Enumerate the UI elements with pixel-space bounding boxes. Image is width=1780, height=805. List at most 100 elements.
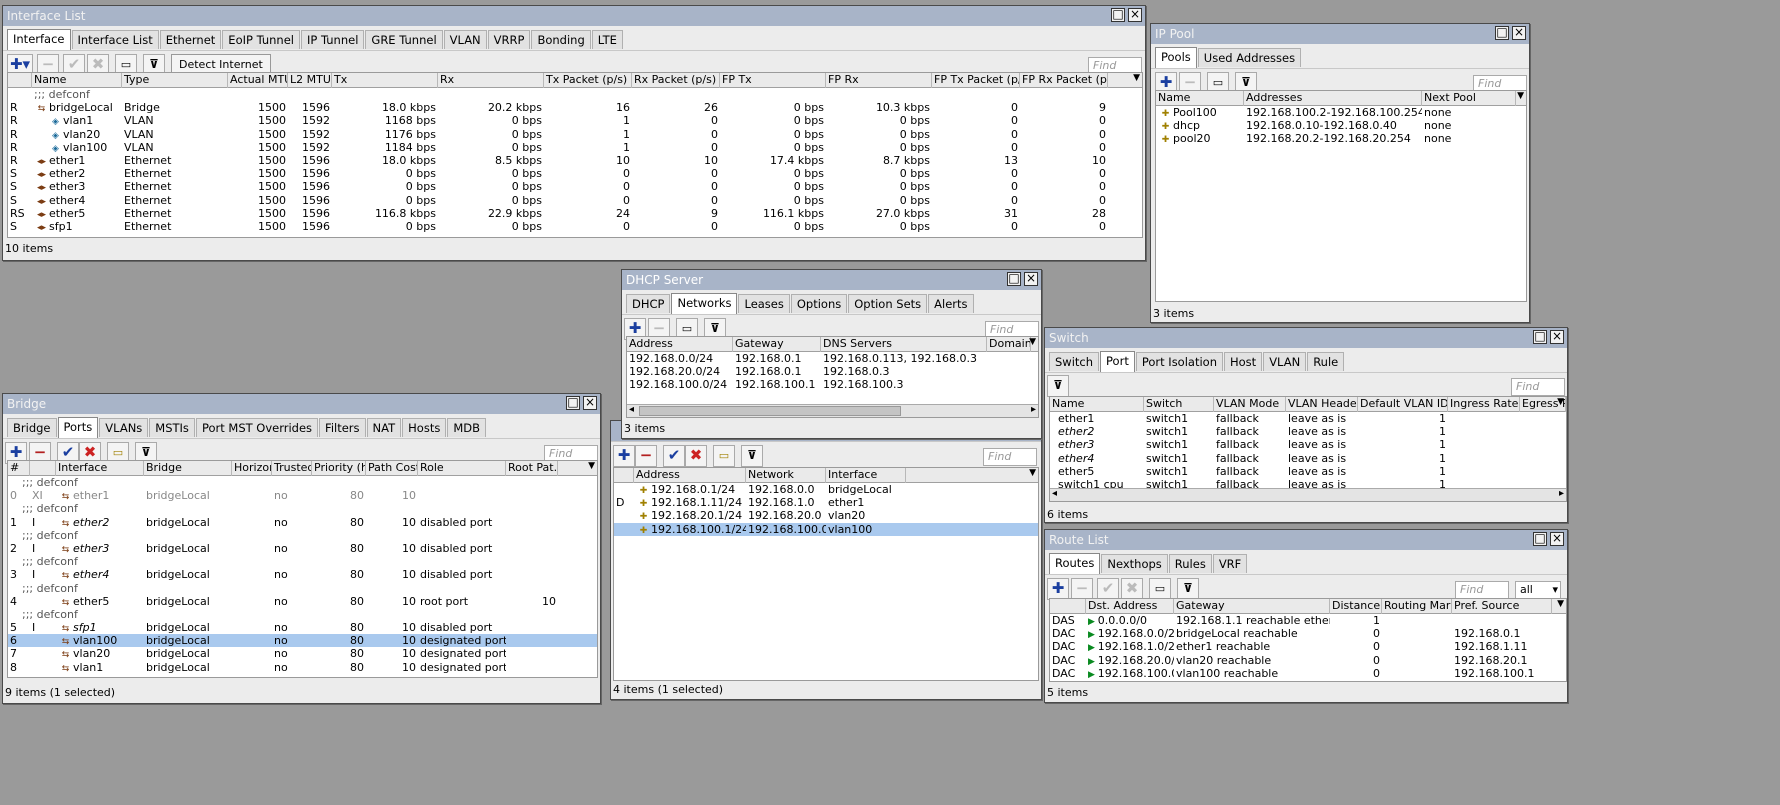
maximize-button[interactable]: □ bbox=[566, 396, 580, 410]
column-header-flags[interactable] bbox=[8, 73, 32, 88]
table-row[interactable]: ✚ 192.168.0.1/24 192.168.0.0 bridgeLocal bbox=[614, 483, 1038, 496]
ip-pool-titlebar[interactable]: IP Pool □ × bbox=[1151, 24, 1529, 44]
column-header-ingress-rate[interactable]: Ingress Rate bbox=[1448, 397, 1520, 412]
column-header-priority-h-[interactable]: Priority (h... bbox=[312, 461, 366, 476]
maximize-button[interactable]: □ bbox=[1007, 272, 1021, 286]
maximize-button[interactable]: □ bbox=[1533, 532, 1547, 546]
column-header-addresses[interactable]: Addresses bbox=[1244, 91, 1422, 106]
find-input[interactable]: Find bbox=[983, 448, 1037, 466]
table-row[interactable]: ether3 switch1 fallback leave as is 1 bbox=[1050, 438, 1566, 451]
column-header-root-pat-[interactable]: Root Pat... bbox=[506, 461, 558, 476]
tab-port-isolation[interactable]: Port Isolation bbox=[1135, 352, 1223, 371]
tab-bonding[interactable]: Bonding bbox=[531, 30, 591, 49]
tab-options[interactable]: Options bbox=[790, 294, 848, 313]
table-row[interactable]: D ✚ 192.168.1.11/24 192.168.1.0 ether1 bbox=[614, 496, 1038, 509]
column-header-interface[interactable]: Interface bbox=[56, 461, 144, 476]
table-row[interactable]: DAS ▶ 0.0.0.0/0 192.168.1.1 reachable ethe… bbox=[1050, 614, 1566, 627]
table-row[interactable]: DAC ▶ 192.168.1.0/24 ether1 reachable 0 192.… bbox=[1050, 640, 1566, 653]
table-row[interactable]: DAC ▶ 192.168.20.0/...vlan20 reachable 0 19… bbox=[1050, 654, 1566, 667]
table-row[interactable]: 192.168.100.0/24 192.168.100.1 192.168.100… bbox=[627, 378, 1038, 391]
filter-button[interactable]: ⊽ bbox=[1177, 578, 1199, 600]
close-button[interactable]: × bbox=[1512, 26, 1526, 40]
table-row[interactable]: ✚ pool20 192.168.20.2-192.168.20.254 none bbox=[1156, 132, 1526, 145]
table-row[interactable]: ether2 switch1 fallback leave as is 1 bbox=[1050, 425, 1566, 438]
tab-nat[interactable]: NAT bbox=[366, 418, 402, 437]
table-row[interactable]: R ◈ vlan100 VLAN 1500 1592 1184 bps 0 bps 1 0 0 bp… bbox=[8, 141, 1142, 154]
tab-pools[interactable]: Pools bbox=[1155, 47, 1197, 68]
table-row[interactable]: 4 ⇆ ether5 bridgeLocal no 80 10 root port 10 bbox=[8, 595, 597, 608]
scroll-left-icon[interactable]: ◂ bbox=[629, 404, 634, 415]
tab-ip-tunnel[interactable]: IP Tunnel bbox=[301, 30, 365, 49]
maximize-button[interactable]: □ bbox=[1533, 330, 1547, 344]
tab-mdb[interactable]: MDB bbox=[447, 418, 486, 437]
column-header-flags[interactable] bbox=[614, 468, 634, 483]
filter-button[interactable]: ⊽ bbox=[1047, 375, 1069, 397]
maximize-button[interactable]: □ bbox=[1111, 8, 1125, 22]
filter-button[interactable]: ⊽ bbox=[741, 445, 763, 467]
remove-button[interactable]: − bbox=[1071, 578, 1093, 600]
column-header-vlan-header[interactable]: VLAN Header bbox=[1286, 397, 1358, 412]
bridge-titlebar[interactable]: Bridge □ × bbox=[3, 394, 600, 414]
comment-button[interactable]: ▭ bbox=[1149, 578, 1171, 600]
scroll-left-icon[interactable]: ◂ bbox=[1052, 488, 1057, 499]
column-header-fp-tx[interactable]: FP Tx bbox=[720, 73, 826, 88]
column-header-distance[interactable]: Distance bbox=[1330, 599, 1382, 614]
column-menu-chevron-icon[interactable]: ▼ bbox=[1517, 91, 1524, 101]
add-button[interactable]: ✚ bbox=[1047, 578, 1069, 600]
tab-ports[interactable]: Ports bbox=[57, 417, 99, 438]
column-header-default-vlan-id[interactable]: Default VLAN ID bbox=[1358, 397, 1448, 412]
column-header-routing-mark[interactable]: Routing Mark bbox=[1382, 599, 1452, 614]
column-header--[interactable]: # bbox=[8, 461, 30, 476]
table-row[interactable]: 6 ⇆ vlan100 bridgeLocal no 80 10 designated por… bbox=[8, 634, 597, 648]
tab-mstis[interactable]: MSTIs bbox=[149, 418, 195, 437]
close-button[interactable]: × bbox=[1128, 8, 1142, 22]
table-row[interactable]: ✚ dhcp 192.168.0.10-192.168.0.40 none bbox=[1156, 119, 1526, 132]
column-header-next-pool[interactable]: Next Pool bbox=[1422, 91, 1516, 106]
table-row[interactable]: ether4 switch1 fallback leave as is 1 bbox=[1050, 452, 1566, 465]
column-header-gateway[interactable]: Gateway bbox=[733, 337, 821, 352]
close-button[interactable]: × bbox=[1024, 272, 1038, 286]
tab-vlan[interactable]: VLAN bbox=[1263, 352, 1307, 371]
tab-host[interactable]: Host bbox=[1224, 352, 1263, 371]
column-menu-chevron-icon[interactable]: ▼ bbox=[1029, 337, 1036, 347]
tab-interface-list[interactable]: Interface List bbox=[71, 30, 159, 49]
tab-lte[interactable]: LTE bbox=[591, 30, 623, 49]
table-row[interactable]: 2 I ⇆ ether3 bridgeLocal no 80 10 disabled port bbox=[8, 542, 597, 555]
close-button[interactable]: × bbox=[1550, 532, 1564, 546]
table-row[interactable]: S ◂▸ sfp1 Ethernet 1500 1596 0 bps 0 bps 0 0 0 bps… bbox=[8, 220, 1142, 233]
scroll-right-icon[interactable]: ▸ bbox=[1031, 404, 1036, 415]
column-header-fp-tx-packet-p-s-[interactable]: FP Tx Packet (p/s) bbox=[932, 73, 1020, 88]
column-header-rx-packet-p-s-[interactable]: Rx Packet (p/s) bbox=[632, 73, 720, 88]
table-row[interactable]: S ◂▸ ether3 Ethernet 1500 1596 0 bps 0 bps 0 0 0 b… bbox=[8, 180, 1142, 193]
tab-nexthops[interactable]: Nexthops bbox=[1101, 554, 1168, 573]
tab-ethernet[interactable]: Ethernet bbox=[159, 30, 222, 49]
tab-vrrp[interactable]: VRRP bbox=[487, 30, 531, 49]
tab-switch[interactable]: Switch bbox=[1049, 352, 1100, 371]
table-row[interactable]: 192.168.20.0/24 192.168.0.1 192.168.0.3 bbox=[627, 365, 1038, 378]
table-row[interactable]: 5 I ⇆ sfp1 bridgeLocal no 80 10 disabled port bbox=[8, 621, 597, 634]
column-header-domain[interactable]: Domain bbox=[987, 337, 1031, 352]
tab-rule[interactable]: Rule bbox=[1307, 352, 1345, 371]
table-row[interactable]: R ◈ vlan1 VLAN 1500 1592 1168 bps 0 bps 1 0 0 bps 0… bbox=[8, 114, 1142, 127]
column-header-tx[interactable]: Tx bbox=[332, 73, 438, 88]
remove-button[interactable]: − bbox=[635, 445, 657, 467]
table-row[interactable]: ✚ Pool100 192.168.100.2-192.168.100.254 non… bbox=[1156, 106, 1526, 119]
column-menu-chevron-icon[interactable]: ▼ bbox=[1557, 397, 1564, 407]
column-header-flags[interactable] bbox=[1050, 599, 1086, 614]
column-header-role[interactable]: Role bbox=[418, 461, 506, 476]
column-header-name[interactable]: Name bbox=[1156, 91, 1244, 106]
column-header-fp-rx-packet-p-s-[interactable]: FP Rx Packet (p/s) bbox=[1020, 73, 1108, 88]
find-input[interactable]: Find bbox=[1511, 378, 1565, 396]
column-header-interface[interactable]: Interface bbox=[826, 468, 906, 483]
disable-button[interactable]: ✖ bbox=[1121, 578, 1143, 600]
tab-vlans[interactable]: VLANs bbox=[99, 418, 149, 437]
table-row[interactable]: ether5 switch1 fallback leave as is 1 bbox=[1050, 465, 1566, 478]
tab-alerts[interactable]: Alerts bbox=[928, 294, 974, 313]
tab-hosts[interactable]: Hosts bbox=[402, 418, 447, 437]
tab-used-addresses[interactable]: Used Addresses bbox=[1197, 48, 1302, 67]
tab-vrf[interactable]: VRF bbox=[1212, 554, 1248, 573]
tab-gre-tunnel[interactable]: GRE Tunnel bbox=[365, 30, 443, 49]
tab-interface[interactable]: Interface bbox=[7, 29, 71, 50]
table-row[interactable]: 3 I ⇆ ether4 bridgeLocal no 80 10 disabled port bbox=[8, 568, 597, 581]
column-header-actual-mtu[interactable]: Actual MTU bbox=[228, 73, 288, 88]
